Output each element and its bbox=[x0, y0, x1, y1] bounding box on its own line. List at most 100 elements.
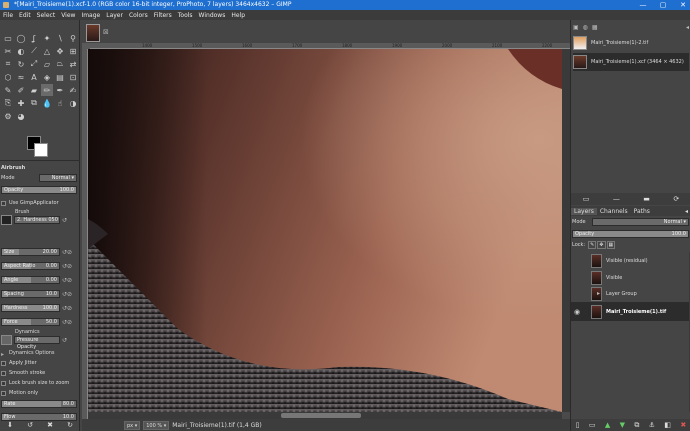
image-tab-thumbnail[interactable] bbox=[86, 24, 100, 42]
rate-slider[interactable]: Rate 80.0 bbox=[1, 400, 77, 408]
menu-tools[interactable]: Tools bbox=[178, 12, 193, 19]
layer-opacity-slider[interactable]: Opacity 100.0 bbox=[572, 230, 689, 238]
mode-dropdown[interactable]: Normal ▾ bbox=[39, 174, 77, 182]
brush-preview-icon[interactable] bbox=[1, 215, 12, 225]
image-list-item[interactable]: Mairi_Troisieme(1).xcf (3464 × 4632) bbox=[573, 53, 689, 71]
lower-layer-icon[interactable]: ▼ bbox=[620, 421, 625, 429]
blur-icon[interactable]: 💧 bbox=[41, 97, 53, 109]
crop-icon[interactable]: ⌗ bbox=[2, 58, 14, 70]
layer-row[interactable]: Visible (residual) bbox=[571, 252, 690, 269]
menu-edit[interactable]: Edit bbox=[19, 12, 31, 19]
delete-layer-icon[interactable]: ✖ bbox=[680, 421, 686, 429]
dodge-burn-icon[interactable]: ◑ bbox=[67, 97, 79, 109]
expander-icon[interactable]: ▸ bbox=[1, 351, 6, 358]
menu-colors[interactable]: Colors bbox=[129, 12, 148, 19]
close-button[interactable]: ✕ bbox=[676, 0, 690, 10]
horizontal-scroll-thumb[interactable] bbox=[281, 413, 361, 418]
use-applicator-checkbox[interactable] bbox=[1, 200, 6, 206]
tab-paths[interactable]: Paths bbox=[631, 208, 653, 215]
lock-position-icon[interactable]: ✥ bbox=[597, 241, 606, 249]
reset-options-icon[interactable]: ↻ bbox=[67, 421, 73, 429]
menu-image[interactable]: Image bbox=[81, 12, 100, 19]
layers-dock-menu-icon[interactable]: ◂ bbox=[682, 208, 690, 215]
menu-filters[interactable]: Filters bbox=[154, 12, 172, 19]
anchor-layer-icon[interactable]: ⚓ bbox=[649, 421, 655, 429]
layer-row[interactable]: ▸ Layer Group bbox=[571, 285, 690, 302]
restore-options-icon[interactable]: ↺ bbox=[27, 421, 33, 429]
rotate-icon[interactable]: ↻ bbox=[15, 58, 27, 70]
menu-windows[interactable]: Windows bbox=[199, 12, 226, 19]
menu-layer[interactable]: Layer bbox=[106, 12, 123, 19]
align-icon[interactable]: ⊞ bbox=[67, 45, 79, 57]
raise-layer-icon[interactable]: ▲ bbox=[605, 421, 610, 429]
menu-select[interactable]: Select bbox=[37, 12, 56, 19]
horizontal-scrollbar[interactable] bbox=[88, 412, 562, 419]
refresh-icon[interactable]: ⟳ bbox=[673, 195, 679, 203]
gegl-icon[interactable]: ⚙ bbox=[2, 110, 14, 122]
maximize-button[interactable]: ▢ bbox=[656, 0, 670, 10]
brush-param-slider[interactable]: Force 50.0 bbox=[1, 318, 60, 326]
raise-display-icon[interactable]: ▭ bbox=[583, 195, 590, 203]
brushes-tab-icon[interactable]: ◍ bbox=[583, 24, 588, 31]
zoom-icon[interactable]: ⚲ bbox=[67, 32, 79, 44]
reset-link-icon[interactable]: ↺⊘ bbox=[62, 305, 77, 312]
cage-icon[interactable]: ⬡ bbox=[2, 71, 14, 83]
mask-layer-icon[interactable]: ◧ bbox=[664, 421, 671, 429]
free-select-icon[interactable]: ʆ bbox=[28, 32, 40, 44]
new-layer-icon[interactable]: ▯ bbox=[576, 421, 580, 429]
rect-select-icon[interactable]: ▭ bbox=[2, 32, 14, 44]
dynamics-options-label[interactable]: Dynamics Options bbox=[9, 350, 55, 356]
reset-link-icon[interactable]: ↺⊘ bbox=[62, 249, 77, 256]
minimize-button[interactable]: — bbox=[636, 0, 650, 10]
duplicate-layer-icon[interactable]: ⧉ bbox=[634, 421, 639, 430]
reset-link-icon[interactable]: ↺⊘ bbox=[62, 291, 77, 298]
reset-link-icon[interactable]: ↺⊘ bbox=[62, 277, 77, 284]
delete-image-icon[interactable]: ▬ bbox=[643, 195, 650, 203]
motion-only-checkbox[interactable] bbox=[1, 390, 6, 396]
delete-options-icon[interactable]: ✖ bbox=[47, 421, 53, 429]
visibility-eye-icon[interactable]: ◉ bbox=[571, 308, 583, 316]
smudge-icon[interactable]: ☝ bbox=[54, 97, 66, 109]
layer-mode-dropdown[interactable]: Normal ▾ bbox=[592, 218, 689, 226]
perspective-clone-icon[interactable]: ⧉ bbox=[28, 97, 40, 109]
unit-selector[interactable]: px ▾ bbox=[124, 420, 141, 430]
ink-icon[interactable]: ✒ bbox=[54, 84, 66, 96]
lock-pixels-icon[interactable]: ✎ bbox=[588, 241, 597, 249]
pencil-icon[interactable]: ✎ bbox=[2, 84, 14, 96]
image-canvas[interactable] bbox=[88, 49, 562, 412]
bucket-fill-icon[interactable]: ◈ bbox=[41, 71, 53, 83]
paintbrush-icon[interactable]: ✐ bbox=[15, 84, 27, 96]
ellipse-select-icon[interactable]: ◯ bbox=[15, 32, 27, 44]
new-display-icon[interactable]: — bbox=[613, 195, 620, 203]
close-tab-icon[interactable]: ⊠ bbox=[103, 28, 109, 36]
move-icon[interactable]: ✥ bbox=[54, 45, 66, 57]
new-group-icon[interactable]: ▭ bbox=[589, 421, 596, 429]
dynamics-preview-icon[interactable] bbox=[1, 335, 12, 345]
save-options-icon[interactable]: ⬇ bbox=[7, 421, 13, 429]
airbrush-icon[interactable]: ✏ bbox=[41, 84, 53, 96]
foreground-select-icon[interactable]: ◐ bbox=[15, 45, 27, 57]
fuzzy-select-icon[interactable]: ✦ bbox=[41, 32, 53, 44]
paths-icon[interactable]: ∖ bbox=[54, 32, 66, 44]
scale-icon[interactable]: ⤢ bbox=[28, 58, 40, 70]
smooth-stroke-checkbox[interactable] bbox=[1, 370, 6, 376]
flip-icon[interactable]: ⇄ bbox=[67, 58, 79, 70]
image-list-item[interactable]: Mairi_Troisieme(1)-2.tif bbox=[573, 34, 689, 52]
reset-link-icon[interactable]: ↺⊘ bbox=[62, 263, 77, 270]
brush-param-slider[interactable]: Size 20.00 bbox=[1, 248, 60, 256]
dynamics-selector[interactable]: Pressure Opacity bbox=[14, 336, 60, 350]
mypaint-brush-icon[interactable]: ✍ bbox=[67, 84, 79, 96]
text-icon[interactable]: A bbox=[28, 71, 40, 83]
zoom-selector[interactable]: 100 % ▾ bbox=[143, 420, 170, 430]
brush-param-slider[interactable]: Spacing 10.0 bbox=[1, 290, 60, 298]
clone-icon[interactable]: ⎘ bbox=[2, 97, 14, 109]
vertical-scrollbar[interactable] bbox=[562, 49, 570, 412]
perspective-icon[interactable]: ⏢ bbox=[54, 58, 66, 70]
scissors-icon[interactable]: ✂ bbox=[2, 45, 14, 57]
lock-alpha-icon[interactable]: ▦ bbox=[606, 241, 616, 249]
brush-reset-icon[interactable]: ↺ bbox=[62, 217, 77, 224]
shear-icon[interactable]: ▱ bbox=[41, 58, 53, 70]
brush-param-slider[interactable]: Hardness 100.0 bbox=[1, 304, 60, 312]
eraser-icon[interactable]: ▰ bbox=[28, 84, 40, 96]
background-color-swatch[interactable] bbox=[34, 143, 48, 157]
